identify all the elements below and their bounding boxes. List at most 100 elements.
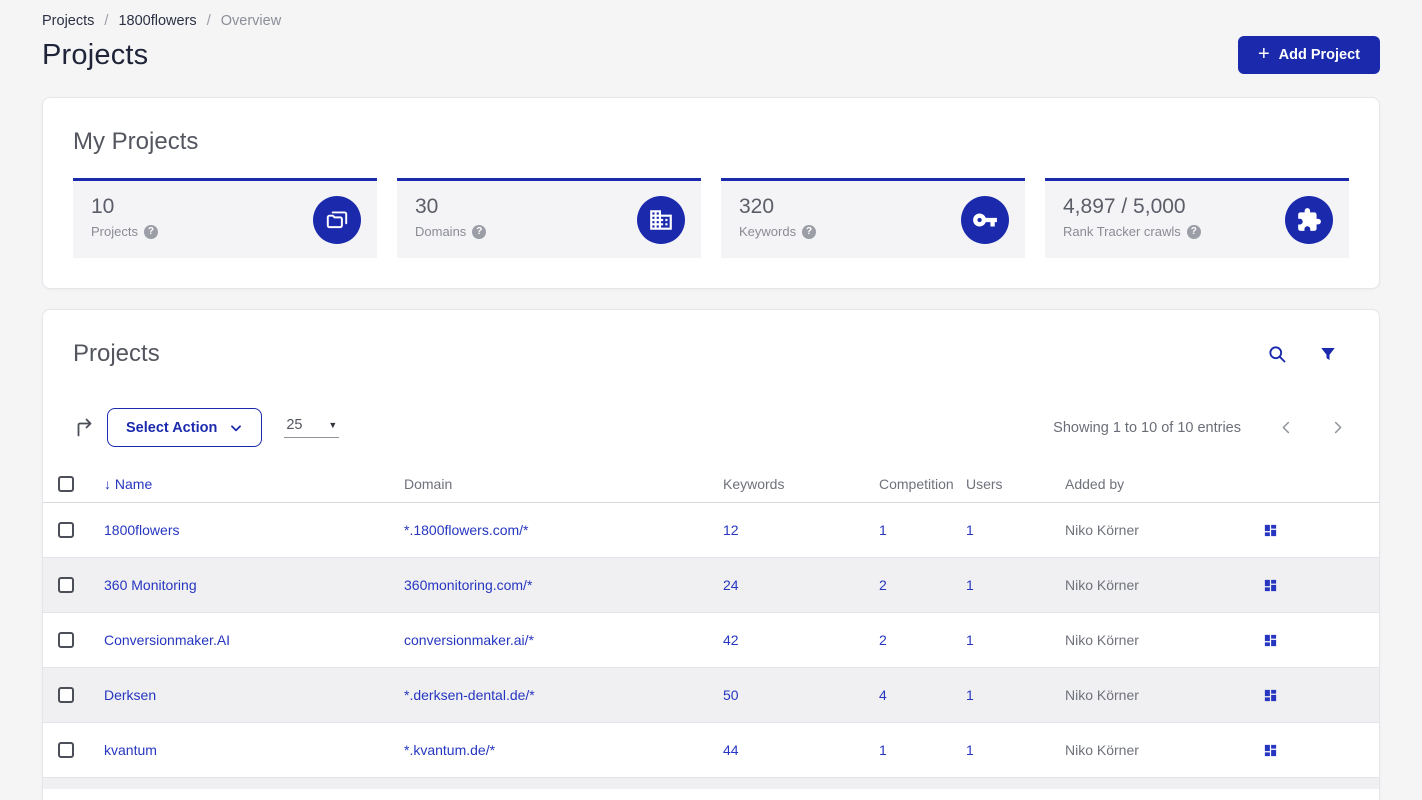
row-checkbox[interactable] xyxy=(43,577,104,593)
puzzle-icon xyxy=(1285,195,1333,244)
competition-count-link[interactable]: 1 xyxy=(879,742,887,758)
add-project-button[interactable]: + Add Project xyxy=(1237,36,1380,74)
competition-count-link[interactable]: 4 xyxy=(879,687,887,703)
breadcrumb-1800flowers[interactable]: 1800flowers xyxy=(118,13,196,29)
row-checkbox[interactable] xyxy=(43,742,104,758)
chevron-right-icon[interactable] xyxy=(1330,420,1345,435)
users-count-link[interactable]: 1 xyxy=(966,632,974,648)
project-name-link[interactable]: 1800flowers xyxy=(104,522,180,538)
breadcrumb: Projects / 1800flowers / Overview xyxy=(42,13,1380,29)
dashboard-icon[interactable] xyxy=(1263,578,1379,593)
search-icon[interactable] xyxy=(1267,344,1287,364)
projects-panel-title: Projects xyxy=(73,340,160,367)
keywords-count-link[interactable]: 50 xyxy=(723,687,739,703)
column-header-domain[interactable]: Domain xyxy=(404,476,723,492)
breadcrumb-overview: Overview xyxy=(220,13,282,29)
chevron-left-icon[interactable] xyxy=(1279,420,1294,435)
projects-table-card: Projects Select Action 25 ▼ Showing 1 to… xyxy=(42,309,1380,800)
caret-down-icon: ▼ xyxy=(328,420,338,430)
keywords-count-link[interactable]: 24 xyxy=(723,577,739,593)
column-header-competition[interactable]: Competition xyxy=(879,476,966,492)
project-name-link[interactable]: 360 Monitoring xyxy=(104,577,197,593)
added-by-text: Niko Körner xyxy=(1065,687,1139,703)
project-domain-link[interactable]: *.kvantum.de/* xyxy=(404,742,495,758)
export-arrow-icon[interactable] xyxy=(73,416,97,440)
dashboard-icon[interactable] xyxy=(1263,743,1379,758)
users-count-link[interactable]: 1 xyxy=(966,522,974,538)
added-by-text: Niko Körner xyxy=(1065,522,1139,538)
help-icon[interactable]: ? xyxy=(143,224,158,239)
sort-down-icon: ↓ xyxy=(104,475,111,492)
table-row: Conversionmaker.AI conversionmaker.ai/* … xyxy=(43,613,1379,668)
table-row: kvantum *.kvantum.de/* 44 1 1 Niko Körne… xyxy=(43,723,1379,778)
table-row: 360 Monitoring 360monitoring.com/* 24 2 … xyxy=(43,558,1379,613)
table-header-row: ↓ Name Domain Keywords Competition Users… xyxy=(43,465,1379,503)
help-icon[interactable]: ? xyxy=(472,224,487,239)
project-name-link[interactable]: kvantum xyxy=(104,742,157,758)
title-row: Projects + Add Project xyxy=(42,36,1380,74)
select-action-label: Select Action xyxy=(126,419,218,436)
stat-tile-crawls: 4,897 / 5,000 Rank Tracker crawls ? xyxy=(1045,178,1349,258)
domains-label: Domains xyxy=(415,224,467,239)
showing-entries-text: Showing 1 to 10 of 10 entries xyxy=(1053,419,1241,436)
project-domain-link[interactable]: 360monitoring.com/* xyxy=(404,577,532,593)
table-toolbar: Select Action 25 ▼ Showing 1 to 10 of 10… xyxy=(43,408,1379,447)
plus-icon: + xyxy=(1257,43,1270,65)
table-row-partial xyxy=(43,778,1379,789)
competition-count-link[interactable]: 2 xyxy=(879,577,887,593)
key-icon xyxy=(961,195,1009,244)
keywords-count-link[interactable]: 44 xyxy=(723,742,739,758)
breadcrumb-separator: / xyxy=(206,13,211,29)
stats-row: 10 Projects ? 30 Domains ? 320 Keywords … xyxy=(73,178,1349,258)
row-checkbox[interactable] xyxy=(43,522,104,538)
competition-count-link[interactable]: 2 xyxy=(879,632,887,648)
table-row: 1800flowers *.1800flowers.com/* 12 1 1 N… xyxy=(43,503,1379,558)
users-count-link[interactable]: 1 xyxy=(966,687,974,703)
stat-tile-domains: 30 Domains ? xyxy=(397,178,701,258)
add-project-label: Add Project xyxy=(1278,47,1360,63)
users-count-link[interactable]: 1 xyxy=(966,742,974,758)
competition-count-link[interactable]: 1 xyxy=(879,522,887,538)
column-header-added-by[interactable]: Added by xyxy=(1065,476,1263,492)
crawls-label: Rank Tracker crawls xyxy=(1063,224,1181,239)
column-header-keywords[interactable]: Keywords xyxy=(723,476,879,492)
column-header-users[interactable]: Users xyxy=(966,476,1065,492)
dashboard-icon[interactable] xyxy=(1263,633,1379,648)
help-icon[interactable]: ? xyxy=(1186,224,1201,239)
project-name-link[interactable]: Derksen xyxy=(104,687,156,703)
chevron-down-icon xyxy=(231,424,242,431)
stat-tile-keywords: 320 Keywords ? xyxy=(721,178,1025,258)
filter-icon[interactable] xyxy=(1319,345,1337,363)
project-domain-link[interactable]: *.1800flowers.com/* xyxy=(404,522,529,538)
keywords-label: Keywords xyxy=(739,224,797,239)
project-domain-link[interactable]: *.derksen-dental.de/* xyxy=(404,687,535,703)
added-by-text: Niko Körner xyxy=(1065,742,1139,758)
select-all-checkbox[interactable] xyxy=(43,475,104,492)
project-name-link[interactable]: Conversionmaker.AI xyxy=(104,632,230,648)
my-projects-card: My Projects 10 Projects ? 30 Domains ? 3… xyxy=(42,97,1380,289)
table-row: Derksen *.derksen-dental.de/* 50 4 1 Nik… xyxy=(43,668,1379,723)
help-icon[interactable]: ? xyxy=(802,224,817,239)
breadcrumb-separator: / xyxy=(104,13,109,29)
select-action-dropdown[interactable]: Select Action xyxy=(107,408,263,447)
row-checkbox[interactable] xyxy=(43,632,104,648)
page-size-value: 25 xyxy=(286,417,303,433)
keywords-count-link[interactable]: 12 xyxy=(723,522,739,538)
stat-tile-projects: 10 Projects ? xyxy=(73,178,377,258)
breadcrumb-projects[interactable]: Projects xyxy=(42,13,94,29)
added-by-text: Niko Körner xyxy=(1065,632,1139,648)
dashboard-icon[interactable] xyxy=(1263,688,1379,703)
building-icon xyxy=(637,195,685,244)
projects-table: ↓ Name Domain Keywords Competition Users… xyxy=(43,465,1379,789)
row-checkbox[interactable] xyxy=(43,687,104,703)
page-size-select[interactable]: 25 ▼ xyxy=(284,417,340,438)
folders-icon xyxy=(313,195,361,244)
page-title: Projects xyxy=(42,38,149,71)
dashboard-icon[interactable] xyxy=(1263,523,1379,538)
my-projects-title: My Projects xyxy=(73,128,199,155)
page: Projects / 1800flowers / Overview Projec… xyxy=(0,13,1422,800)
project-domain-link[interactable]: conversionmaker.ai/* xyxy=(404,632,534,648)
column-header-name[interactable]: ↓ Name xyxy=(104,476,404,492)
users-count-link[interactable]: 1 xyxy=(966,577,974,593)
keywords-count-link[interactable]: 42 xyxy=(723,632,739,648)
